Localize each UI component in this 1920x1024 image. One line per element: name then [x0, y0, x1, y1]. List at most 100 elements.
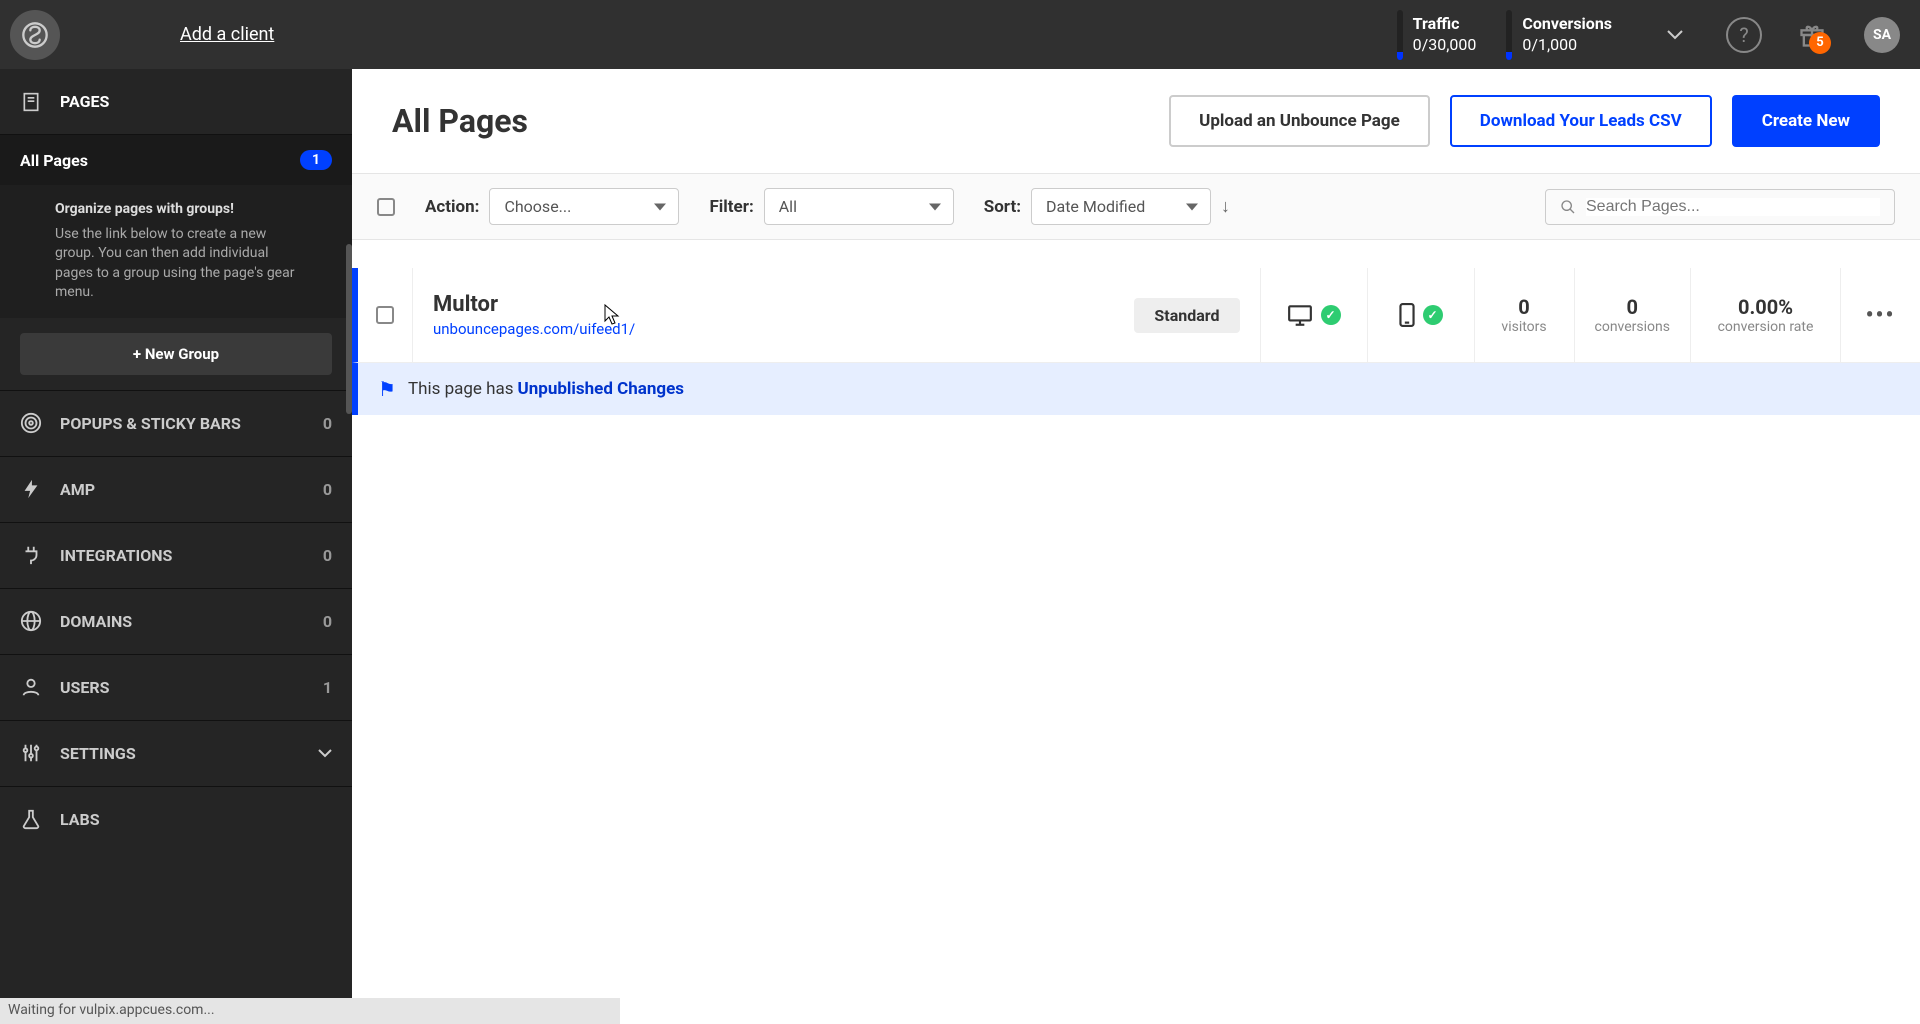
desktop-icon [1287, 304, 1313, 326]
sidebar-count: 0 [323, 414, 332, 433]
sidebar-section-pages[interactable]: PAGES [0, 69, 352, 135]
unpublished-notice[interactable]: ⚑ This page has Unpublished Changes [352, 363, 1920, 415]
traffic-meter: Traffic 0/30,000 [1397, 10, 1477, 60]
sidebar-help-text: Organize pages with groups! Use the link… [0, 185, 352, 318]
flag-icon: ⚑ [378, 377, 396, 401]
rate-number: 0.00% [1738, 295, 1793, 319]
sidebar-count: 0 [323, 480, 332, 499]
sort-direction-icon[interactable]: ↓ [1221, 196, 1230, 217]
sidebar-label: AMP [60, 480, 95, 499]
page-url: unbouncepages.com/uifeed1/ [433, 320, 1114, 338]
pages-icon [20, 91, 42, 113]
conversions-stat: 0 conversions [1574, 268, 1690, 362]
row-checkbox-cell [358, 268, 413, 362]
rate-label: conversion rate [1718, 319, 1814, 335]
gift-badge: 5 [1809, 32, 1831, 54]
user-avatar[interactable]: SA [1864, 17, 1900, 53]
sidebar: PAGES All Pages 1 Organize pages with gr… [0, 69, 352, 1024]
sidebar-item-popups[interactable]: POPUPS & STICKY BARS 0 [0, 390, 352, 456]
conversions-label: Conversions [1522, 14, 1612, 35]
brand-logo[interactable] [10, 10, 60, 60]
main-header: All Pages Upload an Unbounce Page Downlo… [352, 69, 1920, 174]
desktop-status-cell: ✓ [1260, 268, 1367, 362]
create-new-button[interactable]: Create New [1732, 95, 1880, 147]
traffic-bar-icon [1397, 10, 1403, 60]
sidebar-count: 0 [323, 612, 332, 631]
traffic-value: 0/30,000 [1413, 35, 1477, 56]
conversions-number: 0 [1627, 295, 1638, 319]
sort-select[interactable]: Date Modified [1031, 188, 1211, 225]
action-label: Action: [425, 197, 479, 217]
sidebar-pages-label: PAGES [60, 92, 109, 111]
visitors-label: visitors [1501, 319, 1546, 335]
row-name-cell[interactable]: Multor unbouncepages.com/uifeed1/ [413, 268, 1134, 362]
row-checkbox[interactable] [376, 306, 394, 324]
browser-status-bar: Waiting for vulpix.appcues.com... [0, 998, 620, 1024]
flask-icon [20, 808, 42, 830]
list-toolbar: Action: Choose... Filter: All Sort: Date… [352, 174, 1920, 240]
help-icon[interactable]: ? [1726, 17, 1762, 53]
conversion-rate-stat: 0.00% conversion rate [1690, 268, 1840, 362]
upload-page-button[interactable]: Upload an Unbounce Page [1169, 95, 1430, 147]
mobile-icon [1399, 303, 1415, 327]
conversions-value: 0/1,000 [1522, 35, 1612, 56]
download-leads-button[interactable]: Download Your Leads CSV [1450, 95, 1712, 147]
page-name: Multor [433, 292, 1114, 317]
sidebar-label: SETTINGS [60, 744, 136, 763]
sidebar-count: 1 [323, 678, 332, 697]
select-all-checkbox[interactable] [377, 198, 395, 216]
check-icon: ✓ [1321, 305, 1341, 325]
search-box[interactable] [1545, 189, 1895, 225]
gift-icon[interactable]: 5 [1798, 21, 1826, 49]
row-more-button[interactable]: ••• [1840, 268, 1920, 362]
more-icon: ••• [1866, 303, 1896, 328]
search-icon [1560, 199, 1576, 215]
users-icon [20, 676, 42, 698]
sidebar-item-domains[interactable]: DOMAINS 0 [0, 588, 352, 654]
new-group-button[interactable]: + New Group [20, 333, 332, 375]
bolt-icon [20, 478, 42, 500]
filter-label: Filter: [709, 197, 753, 217]
filter-select[interactable]: All [764, 188, 954, 225]
add-client-link[interactable]: Add a client [180, 24, 274, 45]
globe-icon [20, 610, 42, 632]
all-pages-label: All Pages [20, 151, 88, 170]
action-select[interactable]: Choose... [489, 188, 679, 225]
search-input[interactable] [1586, 198, 1880, 216]
help-title: Organize pages with groups! [55, 200, 297, 220]
sidebar-item-settings[interactable]: SETTINGS [0, 720, 352, 786]
target-icon [20, 412, 42, 434]
sidebar-item-users[interactable]: USERS 1 [0, 654, 352, 720]
sidebar-label: DOMAINS [60, 612, 132, 631]
visitors-stat: 0 visitors [1474, 268, 1574, 362]
page-title: All Pages [392, 102, 528, 140]
sidebar-item-integrations[interactable]: INTEGRATIONS 0 [0, 522, 352, 588]
account-dropdown-caret[interactable] [1667, 30, 1683, 40]
sidebar-count: 0 [323, 546, 332, 565]
sidebar-item-amp[interactable]: AMP 0 [0, 456, 352, 522]
all-pages-count: 1 [300, 150, 332, 170]
conversions-bar-icon [1506, 10, 1512, 60]
conversions-label: conversions [1595, 319, 1670, 335]
sidebar-label: INTEGRATIONS [60, 546, 172, 565]
sidebar-item-labs[interactable]: LABS [0, 786, 352, 852]
sort-label: Sort: [984, 197, 1021, 217]
top-bar: Add a client Traffic 0/30,000 Conversion… [0, 0, 1920, 69]
conversions-meter: Conversions 0/1,000 [1506, 10, 1612, 60]
sidebar-label: POPUPS & STICKY BARS [60, 414, 241, 433]
sidebar-item-all-pages[interactable]: All Pages 1 [0, 135, 352, 185]
sliders-icon [20, 742, 42, 764]
sidebar-label: USERS [60, 678, 110, 697]
plug-icon [20, 544, 42, 566]
check-icon: ✓ [1423, 305, 1443, 325]
notice-prefix: This page has [408, 379, 514, 399]
sidebar-label: LABS [60, 810, 100, 829]
mobile-status-cell: ✓ [1367, 268, 1474, 362]
visitors-number: 0 [1518, 295, 1529, 319]
page-type-badge: Standard [1134, 298, 1239, 333]
page-row[interactable]: Multor unbouncepages.com/uifeed1/ Standa… [352, 268, 1920, 363]
help-body: Use the link below to create a new group… [55, 226, 294, 301]
main-content: All Pages Upload an Unbounce Page Downlo… [352, 69, 1920, 1024]
notice-strong: Unpublished Changes [518, 379, 685, 399]
cursor-icon [603, 303, 621, 327]
